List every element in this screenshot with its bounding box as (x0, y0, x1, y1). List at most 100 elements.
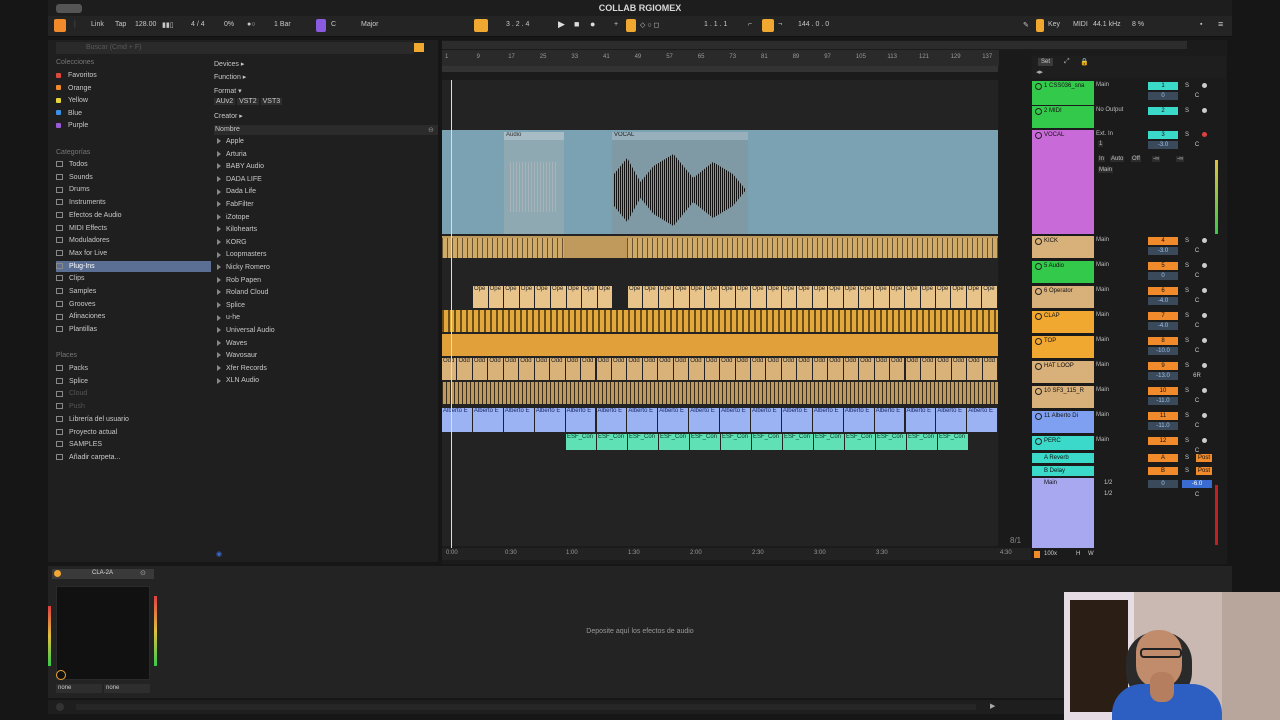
master-volume[interactable]: 0 (1148, 480, 1178, 488)
clip[interactable]: Odd (982, 358, 998, 380)
folder-expand-icon[interactable] (217, 327, 221, 334)
master-io-select[interactable]: 1/2 (1104, 480, 1112, 486)
clip[interactable]: Odd (503, 358, 519, 380)
punch-out-icon[interactable]: ¬ (778, 21, 782, 28)
track-activator-icon[interactable] (1035, 83, 1042, 90)
status-arrow-icon[interactable]: ▶ (990, 702, 995, 710)
track-activator-icon[interactable] (1035, 132, 1042, 139)
clip[interactable]: Ope (582, 286, 597, 308)
track-number[interactable]: 5 (1148, 262, 1178, 270)
category-item[interactable]: Moduladores (56, 235, 211, 246)
clip[interactable]: Odd (442, 358, 457, 380)
clip[interactable]: Odd (642, 358, 658, 380)
clip[interactable]: ESF_Con (566, 434, 596, 450)
name-header[interactable]: Nombre ⊖ (214, 125, 438, 135)
folder-expand-icon[interactable] (217, 339, 221, 346)
vendor-folder[interactable]: Wavosaur (214, 350, 438, 362)
clip[interactable]: ESF_Con (907, 434, 937, 450)
track-activator-icon[interactable] (1035, 313, 1042, 320)
clip[interactable]: Odd (797, 358, 812, 380)
clip[interactable]: ESF_Con (845, 434, 875, 450)
browser-search-input[interactable]: Buscar (Cmd + F) (56, 42, 414, 54)
clip[interactable]: Alberto E (843, 408, 874, 432)
clip[interactable]: Ope (982, 286, 997, 308)
clip[interactable]: Odd (581, 358, 596, 380)
track-header[interactable]: 1 CSS036_sna (1032, 81, 1094, 105)
track-activator-icon[interactable] (1035, 263, 1042, 270)
clip[interactable]: Ope (889, 286, 905, 308)
track-output-select[interactable]: Ext. In (1096, 131, 1144, 137)
vocal-io-control[interactable]: In (1098, 156, 1106, 162)
track-output-select[interactable]: Main (1096, 237, 1144, 243)
clip[interactable]: Ope (658, 286, 674, 308)
filter-icon[interactable] (414, 43, 424, 52)
track-output-select[interactable]: Main (1096, 412, 1144, 418)
clip[interactable]: Odd (951, 358, 967, 380)
clip[interactable]: Odd (936, 358, 951, 380)
vocal-clip[interactable]: VOCAL (612, 132, 748, 234)
clip[interactable]: ESF_Con (938, 434, 968, 450)
vendor-folder[interactable]: KORG (214, 237, 438, 249)
arm-button[interactable] (1202, 108, 1207, 113)
vendor-folder[interactable]: Roland Cloud (214, 287, 438, 299)
solo-button[interactable]: S (1182, 82, 1192, 90)
filter-creator[interactable]: Creator ▸ (214, 112, 243, 120)
track-activator-icon[interactable] (1035, 388, 1042, 395)
vocal-io-control[interactable]: -∞ (1152, 156, 1161, 162)
return-letter[interactable]: B (1148, 467, 1178, 475)
clip[interactable]: Ope (751, 286, 766, 308)
track-pan[interactable]: C (1192, 297, 1202, 305)
track-header[interactable]: 2 MIDI (1032, 106, 1094, 128)
place-item[interactable]: Librería del usuario (56, 414, 211, 425)
vendor-folder[interactable]: iZotope (214, 212, 438, 224)
scale-select[interactable]: Major (361, 21, 379, 28)
vendor-folder[interactable]: u-he (214, 312, 438, 324)
clip[interactable]: Ope (735, 286, 751, 308)
folder-expand-icon[interactable] (217, 163, 221, 170)
clip[interactable]: Odd (550, 358, 565, 380)
filter-function[interactable]: Function ▸ (214, 73, 246, 81)
vendor-folder[interactable]: Nicky Romero (214, 262, 438, 274)
clip[interactable]: Alberto E (812, 408, 843, 432)
track-pan[interactable]: C (1192, 322, 1202, 330)
track-header[interactable]: 10 SF3_115_R (1032, 386, 1094, 408)
solo-button[interactable]: S (1182, 387, 1192, 395)
arm-button[interactable] (1202, 338, 1207, 343)
clap-lane[interactable] (442, 310, 998, 332)
clip[interactable]: Odd (673, 358, 689, 380)
track-output-select[interactable]: Main (1096, 312, 1144, 318)
follow-icon[interactable] (474, 19, 488, 32)
clip[interactable]: Alberto E (442, 408, 472, 432)
track-number[interactable]: 2 (1148, 107, 1178, 115)
clip[interactable]: Alberto E (534, 408, 565, 432)
stop-button[interactable]: ■ (574, 19, 579, 29)
hat-loop-lane[interactable]: Odd Odd Odd Odd Odd Odd Odd Odd Odd Odd Odd Odd Odd O… (442, 358, 998, 380)
clip[interactable]: Odd (472, 358, 488, 380)
solo-button[interactable]: S (1182, 287, 1192, 295)
lock-icon[interactable]: 🔒 (1080, 58, 1089, 66)
track-pan[interactable]: C (1192, 141, 1202, 149)
track-activator-icon[interactable] (1035, 108, 1042, 115)
clip[interactable]: Ope (551, 286, 566, 308)
collection-item[interactable]: Yellow (56, 95, 211, 106)
category-item[interactable]: Afinaciones (56, 311, 211, 322)
track-number[interactable]: 4 (1148, 237, 1178, 245)
track-header[interactable]: TOP (1032, 336, 1094, 358)
arm-button[interactable] (1202, 413, 1207, 418)
tempo-field[interactable]: 128.00 (135, 21, 156, 28)
arm-button[interactable] (1202, 238, 1207, 243)
category-item[interactable]: Plantillas (56, 324, 211, 335)
filter-format[interactable]: Format ▾ (214, 87, 242, 95)
post-button[interactable]: Post (1196, 467, 1212, 475)
clip[interactable]: ESF_Con (597, 434, 627, 450)
sidechain-select-1[interactable]: none (56, 684, 102, 693)
track-volume[interactable]: 0 (1148, 92, 1178, 100)
key-map-button[interactable]: Key (1048, 21, 1060, 28)
track-header[interactable]: CLAP (1032, 311, 1094, 333)
vendor-folder[interactable]: BABY Audio (214, 161, 438, 173)
category-item[interactable]: Instruments (56, 197, 211, 208)
clip[interactable]: Ope (597, 286, 613, 308)
kick-clip[interactable] (442, 238, 564, 258)
solo-button[interactable]: S (1182, 467, 1192, 475)
clip[interactable]: Odd (627, 358, 642, 380)
